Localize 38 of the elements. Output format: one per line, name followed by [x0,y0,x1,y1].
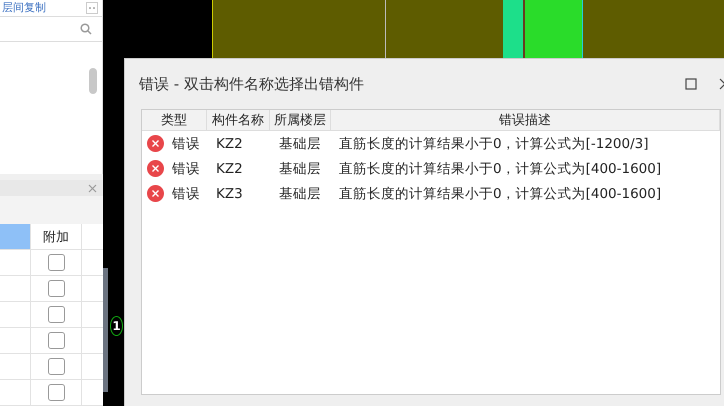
checkbox[interactable] [48,254,64,271]
table-cell: 直筋长度的计算结果小于0，计算公式为[400-1600] [339,160,662,178]
column-header: 附加 [31,224,82,250]
error-icon [147,135,164,152]
component-name[interactable]: KZ3 [216,186,243,202]
table-header-cell [0,224,31,250]
checkbox[interactable] [48,332,64,349]
checkbox[interactable] [48,358,64,375]
table-cell: 直筋长度的计算结果小于0，计算公式为[-1200/3] [339,134,648,152]
table-cell: 基础层 [279,134,321,152]
error-icon [147,160,164,177]
more-button[interactable] [86,2,98,14]
component-name[interactable]: KZ2 [216,136,243,152]
column-header[interactable]: 错误描述 [331,110,720,130]
dialog-title: 错误 - 双击构件名称选择出错构件 [139,74,364,94]
error-icon [147,185,164,202]
table-cell: 直筋长度的计算结果小于0，计算公式为[400-1600] [339,184,662,202]
checkbox[interactable] [48,280,64,297]
cad-canvas[interactable]: 1 错误 - 双击构件名称选择出错构件 类型 构件名称 所属楼层 错误描述 错误 KZ2 基础层 直筋长度的计算结果小于0，计算公式为[-1200/3] 错误 KZ2 基础层 直筋长度的计算结果小于0，计算公式为[400-1600] 错误 KZ3 基础层 直筋长度的计算结果小于0，计算公式为[400-1600] [110,0,724,406]
column-header[interactable]: 类型 [142,110,207,130]
search-field[interactable] [0,16,102,42]
table-cell: 错误 [172,160,200,178]
checkbox[interactable] [48,306,64,323]
table-cell: 基础层 [279,160,321,178]
component-name[interactable]: KZ2 [216,160,243,176]
scrollbar-thumb[interactable] [89,68,97,94]
checkbox[interactable] [48,384,64,401]
table-cell: 错误 [172,134,200,152]
column-header[interactable]: 构件名称 [207,110,270,130]
splitter-handle[interactable] [103,268,108,392]
table-cell: 错误 [172,184,200,202]
panel-title: 层间复制 [2,2,46,14]
grid-line [385,0,386,60]
table-cell: 基础层 [279,184,321,202]
maximize-icon[interactable] [685,78,697,90]
search-icon [80,23,92,35]
column-header[interactable]: 所属楼层 [270,110,331,130]
axis-marker: 1 [110,316,123,336]
